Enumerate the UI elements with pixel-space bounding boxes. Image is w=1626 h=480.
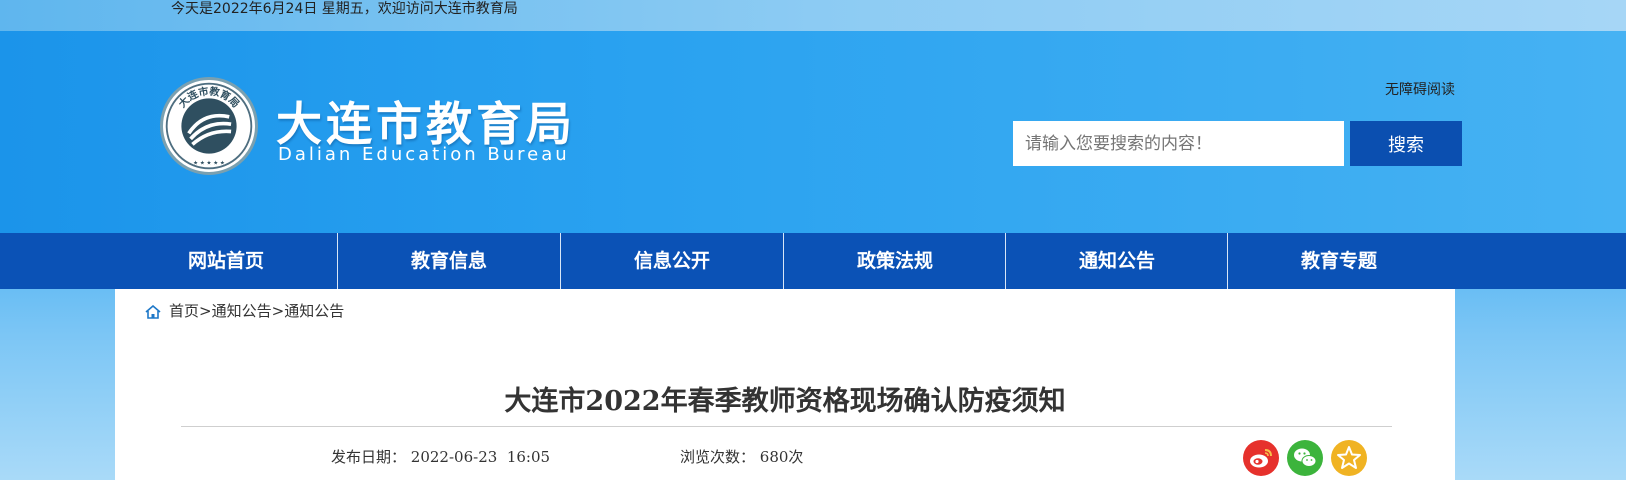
title-divider — [181, 426, 1392, 427]
weibo-icon[interactable] — [1243, 440, 1279, 476]
bureau-emblem-icon[interactable]: 大连市教育局 ★ ★ ★ ★ ★ — [160, 77, 258, 175]
breadcrumb-notices-link[interactable]: 通知公告 — [212, 302, 272, 320]
breadcrumb: 首页>通知公告>通知公告 — [145, 300, 344, 323]
wechat-icon[interactable] — [1287, 440, 1323, 476]
nav-item-topics[interactable]: 教育专题 — [1228, 233, 1450, 289]
breadcrumb-home-link[interactable]: 首页 — [169, 302, 199, 320]
nav-item-home[interactable]: 网站首页 — [115, 233, 337, 289]
publish-date: 发布日期： 2022-06-23 16:05 — [331, 446, 550, 467]
breadcrumb-separator: > — [199, 302, 212, 320]
breadcrumb-separator: > — [271, 302, 285, 320]
view-count: 浏览次数： 680次 — [680, 446, 803, 467]
home-icon — [145, 304, 161, 323]
svg-text:★ ★ ★ ★ ★: ★ ★ ★ ★ ★ — [193, 161, 225, 167]
article-title: 大连市2022年春季教师资格现场确认防疫须知 — [504, 386, 1066, 417]
view-count-value: 680次 — [759, 448, 804, 466]
nav-item-education-info[interactable]: 教育信息 — [338, 233, 560, 289]
nav-item-notices[interactable]: 通知公告 — [1006, 233, 1228, 289]
nav-item-policies[interactable]: 政策法规 — [784, 233, 1006, 289]
top-bar: 今天是2022年6月24日 星期五，欢迎访问大连市教育局 — [0, 0, 1626, 31]
logo-title-en: Dalian Education Bureau — [278, 144, 570, 165]
article-panel: 首页>通知公告>通知公告 大连市2022年春季教师资格现场确认防疫须知 发布日期… — [115, 289, 1455, 480]
search-input[interactable] — [1013, 121, 1344, 166]
favorite-star-icon[interactable] — [1331, 440, 1367, 476]
main-nav: 网站首页 教育信息 信息公开 政策法规 通知公告 教育专题 — [0, 233, 1626, 289]
current-date-text: 今天是2022年6月24日 星期五，欢迎访问大连市教育局 — [171, 1, 518, 17]
view-count-label: 浏览次数： — [680, 448, 756, 466]
breadcrumb-current[interactable]: 通知公告 — [284, 302, 344, 320]
publish-date-value: 2022-06-23 16:05 — [410, 448, 551, 466]
publish-date-label: 发布日期： — [331, 448, 407, 466]
search-button[interactable]: 搜索 — [1350, 121, 1462, 166]
nav-item-info-disclosure[interactable]: 信息公开 — [561, 233, 783, 289]
accessible-reading-link[interactable]: 无障碍阅读 — [1385, 79, 1455, 99]
